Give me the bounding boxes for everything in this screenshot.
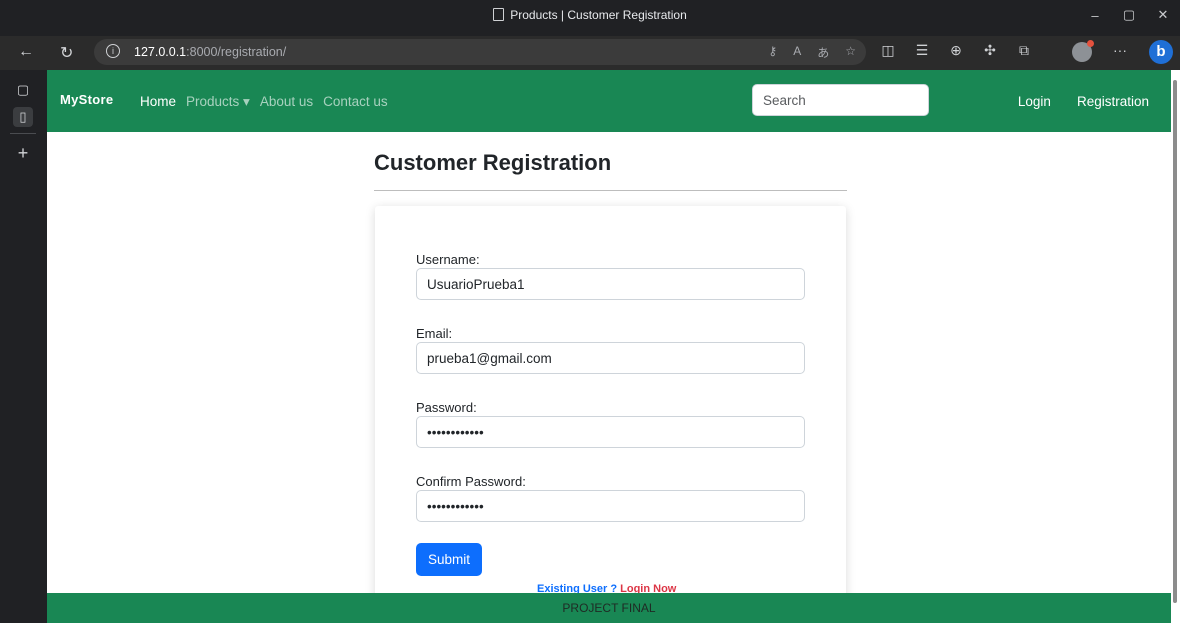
heading-divider — [374, 190, 847, 191]
address-bar[interactable]: i 127.0.0.1:8000/registration/ ⚷ A あ ☆ — [94, 39, 866, 65]
scrollbar-thumb[interactable] — [1173, 80, 1177, 603]
search-input[interactable] — [752, 84, 929, 116]
confirm-password-field[interactable] — [416, 490, 805, 522]
back-arrow-icon[interactable]: ← — [18, 43, 34, 61]
brand-logo[interactable]: MyStore — [60, 92, 113, 107]
registration-form-card: Username: Email: Password: Confirm Passw… — [375, 206, 846, 623]
page-title: Customer Registration — [374, 150, 612, 175]
nav-links: Home Products ▾ About us Contact us — [140, 94, 388, 110]
page-scrollbar[interactable] — [1171, 70, 1180, 623]
email-label: Email: — [416, 326, 453, 341]
url-path: :8000/registration/ — [186, 45, 287, 59]
confirm-password-label: Confirm Password: — [416, 474, 526, 489]
nav-login[interactable]: Login — [1018, 94, 1051, 109]
page-icon — [493, 8, 505, 21]
email-field[interactable] — [416, 342, 805, 374]
collections-icon[interactable]: ⊕ — [946, 42, 966, 59]
nav-contact-us[interactable]: Contact us — [323, 94, 388, 110]
minimize-button[interactable]: – — [1078, 0, 1112, 30]
address-bar-actions: ⚷ A あ ☆ — [768, 44, 856, 61]
submit-button[interactable]: Submit — [416, 543, 482, 576]
page-footer: PROJECT FINAL — [47, 593, 1171, 623]
screenshot-icon[interactable]: ⧉ — [1014, 42, 1034, 59]
vertical-tab-rail: ▢ ▯ + — [0, 70, 47, 623]
split-screen-icon[interactable]: ◫ — [878, 42, 898, 59]
url-text[interactable]: 127.0.0.1:8000/registration/ — [134, 45, 286, 59]
key-icon[interactable]: ⚷ — [768, 44, 777, 61]
favorite-star-icon[interactable]: ☆ — [845, 44, 856, 61]
close-window-button[interactable]: ✕ — [1146, 0, 1180, 30]
password-label: Password: — [416, 400, 477, 415]
site-navbar: MyStore Home Products ▾ About us Contact… — [47, 70, 1171, 132]
window-title: Products | Customer Registration — [0, 8, 1180, 22]
web-page: MyStore Home Products ▾ About us Contact… — [47, 70, 1171, 623]
new-tab-plus-icon[interactable]: + — [13, 143, 33, 163]
favorites-icon[interactable]: ☰ — [912, 42, 932, 59]
translate-icon[interactable]: あ — [817, 44, 829, 61]
more-options-icon[interactable]: ··· — [1113, 42, 1127, 58]
nav-products-dropdown[interactable]: Products ▾ — [186, 94, 250, 110]
nav-home[interactable]: Home — [140, 94, 176, 110]
browser-title-bar: Products | Customer Registration – ▢ ✕ — [0, 0, 1180, 36]
restore-button[interactable]: ▢ — [1112, 0, 1146, 30]
window-controls: – ▢ ✕ — [1078, 0, 1180, 30]
username-label: Username: — [416, 252, 480, 267]
browser-toolbar: ← ↻ i 127.0.0.1:8000/registration/ ⚷ A あ… — [0, 36, 1180, 70]
tab-actions-icon[interactable]: ▢ — [13, 80, 33, 100]
rail-divider — [10, 133, 36, 134]
toolbar-icons: ◫ ☰ ⊕ ✣ ⧉ — [878, 42, 1034, 59]
auth-links: Login Registration — [1018, 94, 1149, 109]
username-field[interactable] — [416, 268, 805, 300]
url-host: 127.0.0.1 — [134, 45, 187, 59]
window-title-text: Products | Customer Registration — [510, 8, 687, 22]
copilot-icon[interactable]: b — [1149, 40, 1173, 64]
extensions-icon[interactable]: ✣ — [980, 42, 1000, 59]
profile-avatar[interactable] — [1072, 40, 1094, 62]
site-info-icon[interactable]: i — [106, 44, 120, 58]
nav-about-us[interactable]: About us — [260, 94, 313, 110]
read-aloud-icon[interactable]: A — [793, 44, 801, 61]
password-field[interactable] — [416, 416, 805, 448]
refresh-icon[interactable]: ↻ — [60, 43, 73, 63]
nav-registration[interactable]: Registration — [1077, 94, 1149, 109]
open-tab-icon[interactable]: ▯ — [13, 107, 33, 127]
